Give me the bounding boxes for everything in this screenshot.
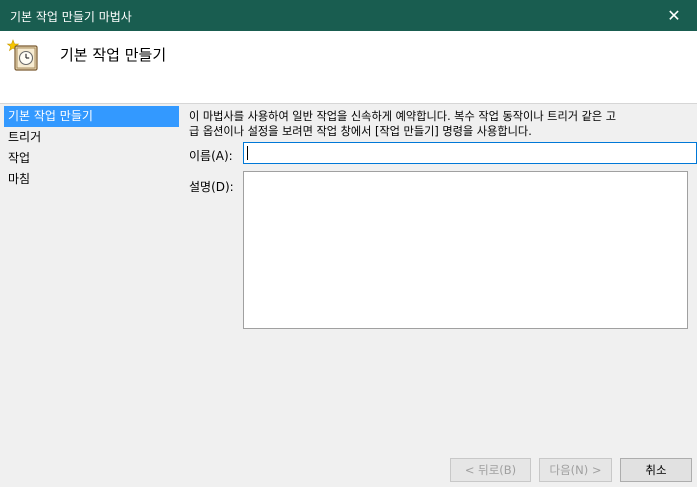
wizard-header: 기본 작업 만들기: [0, 31, 697, 103]
close-button[interactable]: ✕: [651, 0, 697, 31]
nav-item-create-basic-task[interactable]: 기본 작업 만들기: [4, 106, 179, 127]
description-textarea[interactable]: [243, 171, 688, 329]
title-bar: 기본 작업 만들기 마법사 ✕: [0, 0, 697, 31]
nav-item-trigger[interactable]: 트리거: [4, 127, 179, 148]
description-label: 설명(D):: [189, 180, 234, 194]
cancel-button[interactable]: 취소: [620, 458, 692, 482]
back-button[interactable]: < 뒤로(B): [450, 458, 531, 482]
name-input[interactable]: [243, 142, 697, 164]
nav-item-finish[interactable]: 마침: [4, 169, 179, 190]
wizard-steps-nav: 기본 작업 만들기 트리거 작업 마침: [4, 106, 179, 190]
next-button[interactable]: 다음(N) >: [539, 458, 612, 482]
nav-item-action[interactable]: 작업: [4, 148, 179, 169]
close-icon: ✕: [667, 6, 681, 25]
header-divider: [0, 103, 697, 104]
text-caret: [247, 146, 248, 160]
name-label: 이름(A):: [189, 149, 233, 163]
task-scheduler-clock-icon: [6, 39, 38, 71]
window-title: 기본 작업 만들기 마법사: [10, 10, 132, 24]
page-title: 기본 작업 만들기: [60, 46, 167, 64]
wizard-description: 이 마법사를 사용하여 일반 작업을 신속하게 예약합니다. 복수 작업 동작이…: [189, 110, 617, 138]
